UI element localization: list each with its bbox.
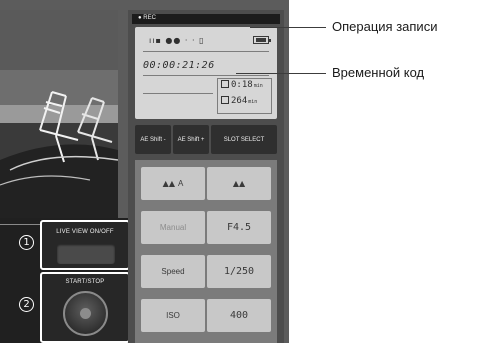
start-stop-label: START/STOP xyxy=(65,279,105,285)
remaining-value: 0:18 xyxy=(231,80,253,90)
callout-timecode: Временной код xyxy=(332,65,425,80)
live-view-preview xyxy=(0,10,118,218)
rec-status-text: ● REC xyxy=(138,15,156,21)
status-icons: ıı▪ ●● · · ▯ xyxy=(149,36,205,45)
callout-recording-operation: Операция записи xyxy=(332,19,438,34)
lcd-divider xyxy=(143,93,213,94)
remaining-time-card-b: 264min xyxy=(221,96,273,110)
timecode-readout: 00:00:21:26 xyxy=(143,60,215,71)
iso-label-button[interactable]: ISO xyxy=(141,299,205,332)
memory-card-icon xyxy=(221,80,229,88)
record-button[interactable] xyxy=(63,291,108,336)
white-balance-button[interactable]: ▲▲ xyxy=(207,167,271,200)
marker-2-label: 2 xyxy=(19,297,34,312)
manual-button[interactable]: Manual xyxy=(141,211,205,244)
ae-shift-plus-button[interactable]: AE Shift + xyxy=(173,125,209,154)
memory-card-icon xyxy=(221,96,229,104)
remaining-unit: min xyxy=(248,99,258,105)
iso-value-button[interactable]: 400 xyxy=(207,299,271,332)
white-balance-icon: ▲▲ xyxy=(232,179,246,188)
marker-1-label: 1 xyxy=(19,235,34,250)
ae-shift-minus-button[interactable]: AE Shift - xyxy=(135,125,171,154)
white-balance-auto-button[interactable]: ▲▲ A xyxy=(141,167,205,200)
remaining-time-card-a: 0:18min xyxy=(221,80,273,94)
shutter-speed-label-button[interactable]: Speed xyxy=(141,255,205,288)
aperture-value-button[interactable]: F4.5 xyxy=(207,211,271,244)
callout-line-recording xyxy=(250,27,326,28)
remaining-unit: min xyxy=(253,83,263,89)
shutter-speed-value-button[interactable]: 1/250 xyxy=(207,255,271,288)
beach-chairs-image xyxy=(0,10,118,218)
settings-grid: ▲▲ A ▲▲ Manual F4.5 Speed 1/250 ISO 400 xyxy=(135,160,277,343)
lcd-divider xyxy=(143,75,269,76)
callout-line-timecode xyxy=(236,73,326,74)
remaining-value: 264 xyxy=(231,96,248,106)
auto-label: A xyxy=(177,179,184,188)
recording-status-bar: ● REC xyxy=(132,14,280,24)
slot-select-button[interactable]: SLOT SELECT xyxy=(211,125,277,154)
live-view-label: LIVE VIEW ON/OFF xyxy=(56,229,114,235)
start-stop-control: START/STOP xyxy=(40,272,130,343)
battery-icon xyxy=(253,36,271,44)
white-balance-icon: ▲▲ xyxy=(162,179,175,188)
live-view-control: LIVE VIEW ON/OFF xyxy=(40,220,130,270)
live-view-toggle-button[interactable] xyxy=(57,244,115,264)
lcd-divider xyxy=(143,51,269,52)
